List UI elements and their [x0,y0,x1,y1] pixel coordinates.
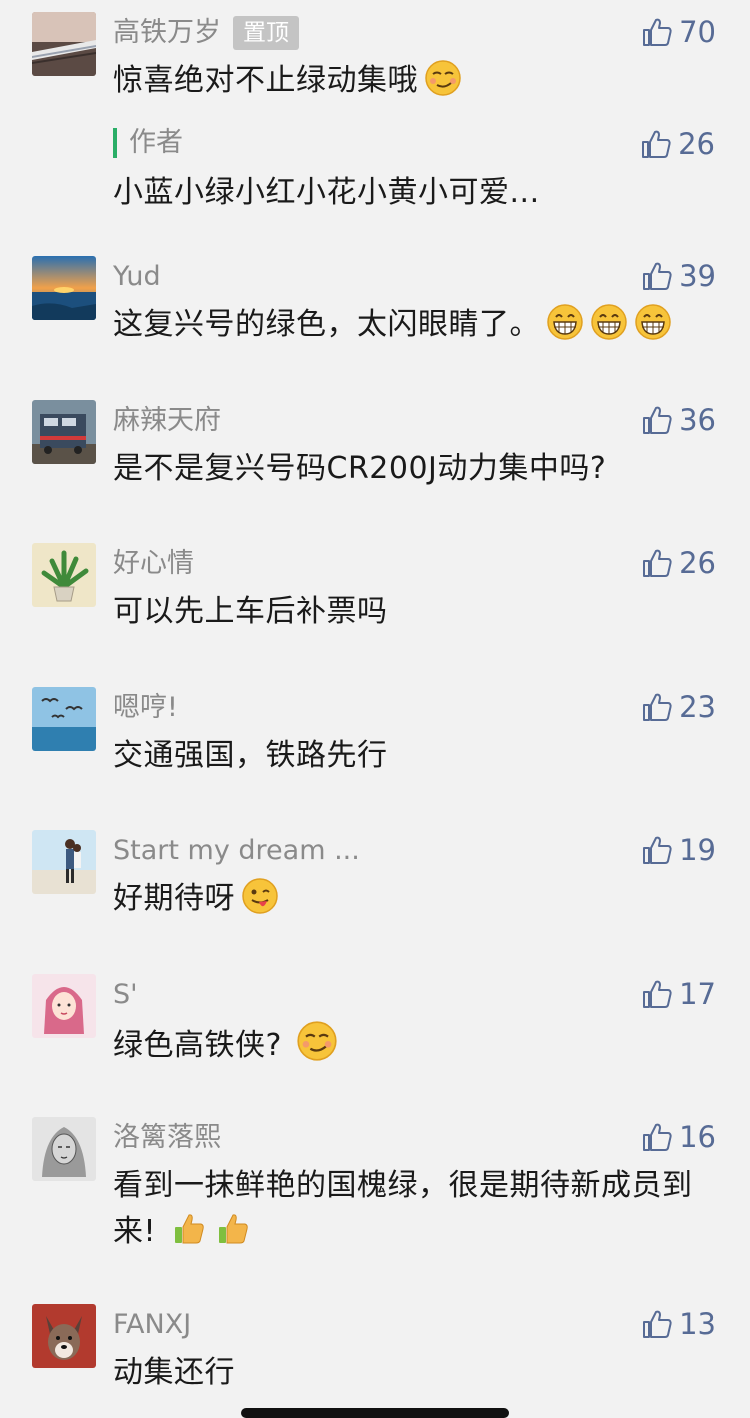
comment-author-name[interactable]: FANXJ [113,1308,191,1342]
comment-text: 动集还行 [113,1355,235,1390]
author-like-button[interactable]: 26 [640,126,715,162]
dog-photo-icon [32,1304,96,1368]
thumbs-up-icon [643,1123,672,1151]
like-button[interactable]: 19 [641,832,716,868]
locomotive-photo-icon [32,400,96,464]
thumbs-up-emoji-icon [214,1210,252,1248]
couple-beach-photo-icon [32,830,96,894]
comment-text: 这复兴号的绿色，太闪眼睛了。 [113,302,713,355]
thumbs-up-icon [643,836,672,864]
thumbs-up-icon [643,1310,672,1338]
thumbs-up-icon [643,549,672,577]
like-count: 17 [679,977,716,1011]
comment-author-name[interactable]: 高铁万岁 置顶 [113,16,299,50]
like-count: 36 [679,403,716,437]
smirk-emoji-icon [424,59,462,97]
thumbs-up-icon [643,693,672,721]
grin-emoji-icon [590,303,628,341]
train-photo-icon [32,12,96,76]
comment-author-name[interactable]: 好心情 [113,547,194,581]
like-count: 19 [679,833,716,867]
sketch-portrait-photo-icon [32,1117,96,1181]
smirk-emoji-icon [296,1020,338,1062]
like-count: 23 [679,690,716,724]
thumbs-up-icon [643,18,672,46]
anime-girl-photo-icon [32,974,96,1038]
like-count: 39 [679,259,716,293]
like-button[interactable]: 16 [641,1119,716,1155]
thumbs-up-icon [642,130,671,158]
wink-tongue-emoji-icon [241,877,279,915]
like-button[interactable]: 26 [641,545,716,581]
like-count: 13 [679,1307,716,1341]
potted-plant-photo-icon [32,543,96,607]
like-button[interactable]: 70 [641,14,716,50]
like-button[interactable]: 39 [641,258,716,294]
avatar[interactable] [32,830,96,894]
like-button[interactable]: 17 [641,976,716,1012]
pinned-badge: 置顶 [233,16,299,50]
comment-text-content: 惊喜绝对不止绿动集哦 [113,63,418,98]
avatar[interactable] [32,1117,96,1181]
comment-author-name[interactable]: Start my dream ... [113,834,360,868]
comment-text: 好期待呀 [113,876,713,929]
avatar[interactable] [32,687,96,751]
thumbs-up-icon [643,262,672,290]
thumbs-up-icon [643,406,672,434]
comment-text: 绿色高铁侠? [113,1020,713,1076]
author-name-text: 高铁万岁 [113,17,221,48]
comment-author-name[interactable]: 嗯哼! [113,691,178,725]
author-tag: 作者 [113,128,183,158]
grin-emoji-icon [634,303,672,341]
comment-text-content: 这复兴号的绿色，太闪眼睛了。 [113,307,540,342]
comment-text-content: 好期待呀 [113,881,235,916]
comment-text: 可以先上车后补票吗 [113,594,388,629]
like-button[interactable]: 23 [641,689,716,725]
seagulls-sea-photo-icon [32,687,96,751]
avatar[interactable] [32,12,96,76]
comment-author-name[interactable]: 洛篱落熙 [113,1121,221,1155]
grin-emoji-icon [546,303,584,341]
author-reply-text: 小蓝小绿小红小花小黄小可爱... [113,175,540,210]
comment-text: 惊喜绝对不止绿动集哦 [113,58,713,111]
comment-text: 看到一抹鲜艳的国槐绿，很是期待新成员到来! [113,1163,703,1262]
avatar[interactable] [32,543,96,607]
like-count: 26 [678,127,715,161]
comment-text: 是不是复兴号码CR200J动力集中吗? [113,451,607,486]
comment-text: 交通强国，铁路先行 [113,738,388,773]
comment-author-name[interactable]: S' [113,978,138,1012]
like-button[interactable]: 13 [641,1306,716,1342]
like-button[interactable]: 36 [641,402,716,438]
avatar[interactable] [32,974,96,1038]
avatar[interactable] [32,1304,96,1368]
avatar[interactable] [32,400,96,464]
thumbs-up-icon [643,980,672,1008]
comment-text-content: 绿色高铁侠? [113,1028,282,1063]
comment-author-name[interactable]: 麻辣天府 [113,404,221,438]
home-indicator[interactable] [241,1408,509,1418]
comment-author-name[interactable]: Yud [113,260,161,294]
avatar[interactable] [32,256,96,320]
like-count: 16 [679,1120,716,1154]
like-count: 70 [679,15,716,49]
like-count: 26 [679,546,716,580]
sunset-sea-photo-icon [32,256,96,320]
thumbs-up-emoji-icon [170,1210,208,1248]
